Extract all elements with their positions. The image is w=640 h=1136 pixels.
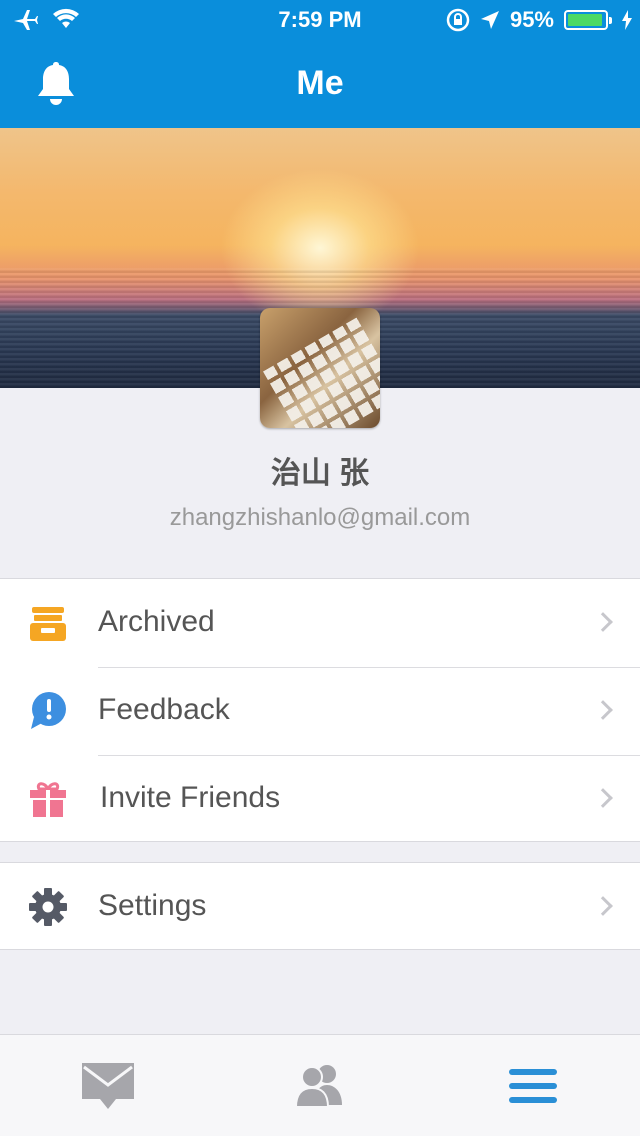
avatar[interactable] [260,308,380,428]
rotation-lock-icon [446,8,470,32]
charging-icon [622,10,632,30]
feedback-bubble-icon [31,692,66,729]
nav-bar: Me [0,40,640,128]
battery-fill [568,14,603,26]
battery-icon [564,10,612,30]
menu-item-settings[interactable]: Settings [0,863,640,951]
gear-icon [29,888,67,926]
battery-percent: 95% [509,7,554,32]
menu-item-archived[interactable]: Archived [0,579,640,667]
profile-name: 治山 张 [270,457,370,490]
menu-group-settings: Settings [0,862,640,950]
top-bar: 7:59 PM 95% Me [0,0,640,128]
status-bar: 7:59 PM 95% [0,0,640,40]
menu-group-main: Archived Feedback Invite Friends [0,578,640,842]
page-title: Me [296,64,344,102]
chevron-right-icon [593,788,613,808]
archive-box-icon [30,607,66,641]
menu-item-label: Settings [98,889,207,922]
menu-item-label: Archived [98,605,215,638]
contacts-icon[interactable] [290,1057,350,1117]
location-arrow-icon [480,11,499,29]
menu-item-label: Invite Friends [100,781,281,814]
menu-item-feedback[interactable]: Feedback [0,667,640,755]
profile-email: zhangzhishanlo@gmail.com [169,504,471,531]
avatar-keyboard-image [262,316,380,428]
tab-bar [0,1034,640,1136]
mail-icon[interactable] [78,1057,138,1117]
gift-icon [30,782,66,817]
chevron-right-icon [593,896,613,916]
menu-item-label: Feedback [98,693,230,726]
menu-icon[interactable] [503,1057,563,1117]
menu-item-invite-friends[interactable]: Invite Friends [0,755,640,843]
chevron-right-icon [593,700,613,720]
chevron-right-icon [593,612,613,632]
